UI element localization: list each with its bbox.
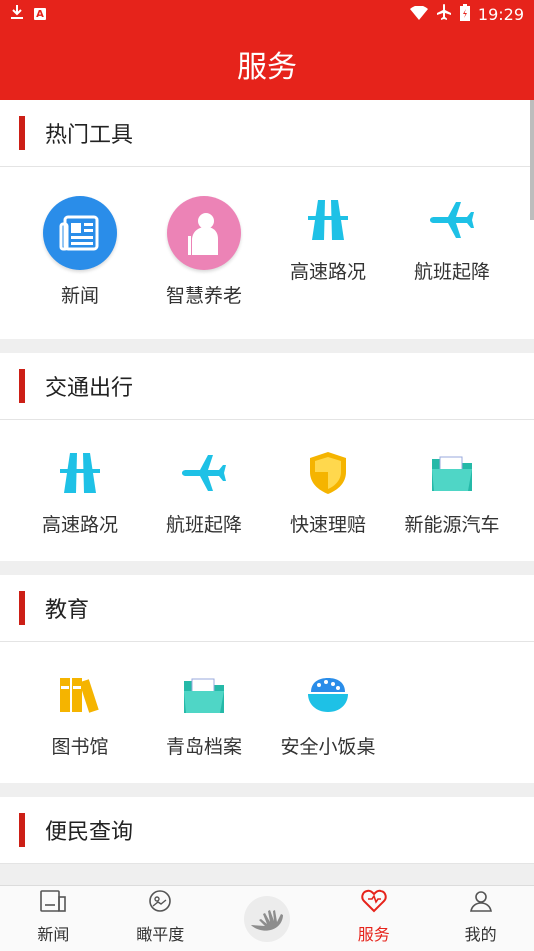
- section-education: 教育 图书馆 青岛档案 安全小饭桌: [0, 575, 534, 783]
- battery-icon: [459, 3, 470, 25]
- page-title: 服务: [237, 50, 297, 85]
- highway-icon: [53, 446, 107, 500]
- service-label: 新闻: [60, 285, 99, 307]
- section-accent-bar: [19, 591, 25, 625]
- tab-services[interactable]: 服务: [320, 886, 427, 951]
- tab-kanpingdu[interactable]: 瞰平度: [107, 886, 214, 951]
- a-notification-icon: A: [34, 8, 46, 20]
- folder-icon: [177, 668, 231, 722]
- section-title: 便民查询: [45, 820, 134, 845]
- rice-bowl-icon: [301, 668, 355, 722]
- section-title: 交通出行: [45, 376, 134, 401]
- service-library[interactable]: 图书馆: [18, 642, 142, 783]
- section-hot-tools: 热门工具 新闻 智慧养老 高速路况 航班起降: [0, 100, 534, 339]
- books-icon: [53, 668, 107, 722]
- service-news[interactable]: 新闻: [18, 167, 142, 339]
- download-icon: [10, 4, 24, 24]
- wifi-icon: [409, 4, 428, 24]
- service-label: 图书馆: [51, 736, 109, 758]
- status-bar: A 19:29: [0, 0, 534, 28]
- tab-label: 服务: [357, 925, 390, 944]
- service-flights[interactable]: 航班起降: [390, 167, 514, 339]
- service-label: 智慧养老: [165, 285, 242, 307]
- service-qingdao-archives[interactable]: 青岛档案: [142, 642, 266, 783]
- section-public-queries: 便民查询: [0, 797, 534, 864]
- section-transport: 交通出行 高速路况 航班起降 快速理赔 新能源汽车: [0, 353, 534, 561]
- tab-label: 瞰平度: [136, 925, 185, 944]
- explore-tab-icon: [148, 889, 172, 917]
- airplane-mode-icon: [436, 4, 452, 24]
- tab-profile[interactable]: 我的: [427, 886, 534, 951]
- heart-tab-icon: [361, 889, 387, 917]
- service-flights[interactable]: 航班起降: [142, 420, 266, 561]
- service-new-energy-vehicles[interactable]: 新能源汽车: [390, 420, 514, 561]
- newspaper-icon: [43, 196, 117, 270]
- folder-icon: [425, 446, 479, 500]
- service-label: 安全小饭桌: [280, 736, 376, 758]
- highway-icon: [301, 193, 355, 247]
- shield-icon: [301, 446, 355, 500]
- service-label: 青岛档案: [165, 736, 242, 758]
- news-tab-icon: [40, 889, 67, 917]
- tab-news[interactable]: 新闻: [0, 886, 107, 951]
- hand-logo-icon: [243, 895, 290, 942]
- service-label: 高速路况: [289, 261, 366, 283]
- service-smart-elderly[interactable]: 智慧养老: [142, 167, 266, 339]
- section-header: 热门工具: [0, 100, 534, 167]
- tab-label: 我的: [464, 925, 497, 944]
- service-quick-claims[interactable]: 快速理赔: [266, 420, 390, 561]
- profile-tab-icon: [469, 889, 493, 917]
- airplane-icon: [425, 193, 479, 247]
- service-highway[interactable]: 高速路况: [266, 167, 390, 339]
- tab-label: 新闻: [37, 925, 70, 944]
- airplane-icon: [177, 446, 231, 500]
- section-header: 交通出行: [0, 353, 534, 420]
- service-label: 航班起降: [165, 514, 242, 536]
- section-header: 便民查询: [0, 797, 534, 864]
- elderly-icon: [167, 196, 241, 270]
- section-accent-bar: [19, 369, 25, 403]
- service-label: 航班起降: [413, 261, 490, 283]
- section-title: 教育: [45, 598, 90, 623]
- service-safe-dining-table[interactable]: 安全小饭桌: [266, 642, 390, 783]
- bottom-tab-bar: 新闻 瞰平度 服务 我的: [0, 885, 534, 951]
- service-label: 新能源汽车: [404, 514, 500, 536]
- section-title: 热门工具: [45, 123, 134, 148]
- services-list[interactable]: 热门工具 新闻 智慧养老 高速路况 航班起降 交通出行 高速路况 航班起降 快速…: [0, 100, 534, 885]
- section-header: 教育: [0, 575, 534, 642]
- section-accent-bar: [19, 813, 25, 847]
- service-label: 高速路况: [41, 514, 118, 536]
- title-bar: 服务: [0, 28, 534, 100]
- tab-center-logo[interactable]: [214, 886, 321, 951]
- status-time: 19:29: [477, 4, 524, 24]
- service-highway[interactable]: 高速路况: [18, 420, 142, 561]
- service-label: 快速理赔: [289, 514, 366, 536]
- section-accent-bar: [19, 116, 25, 150]
- scrollbar[interactable]: [530, 100, 534, 220]
